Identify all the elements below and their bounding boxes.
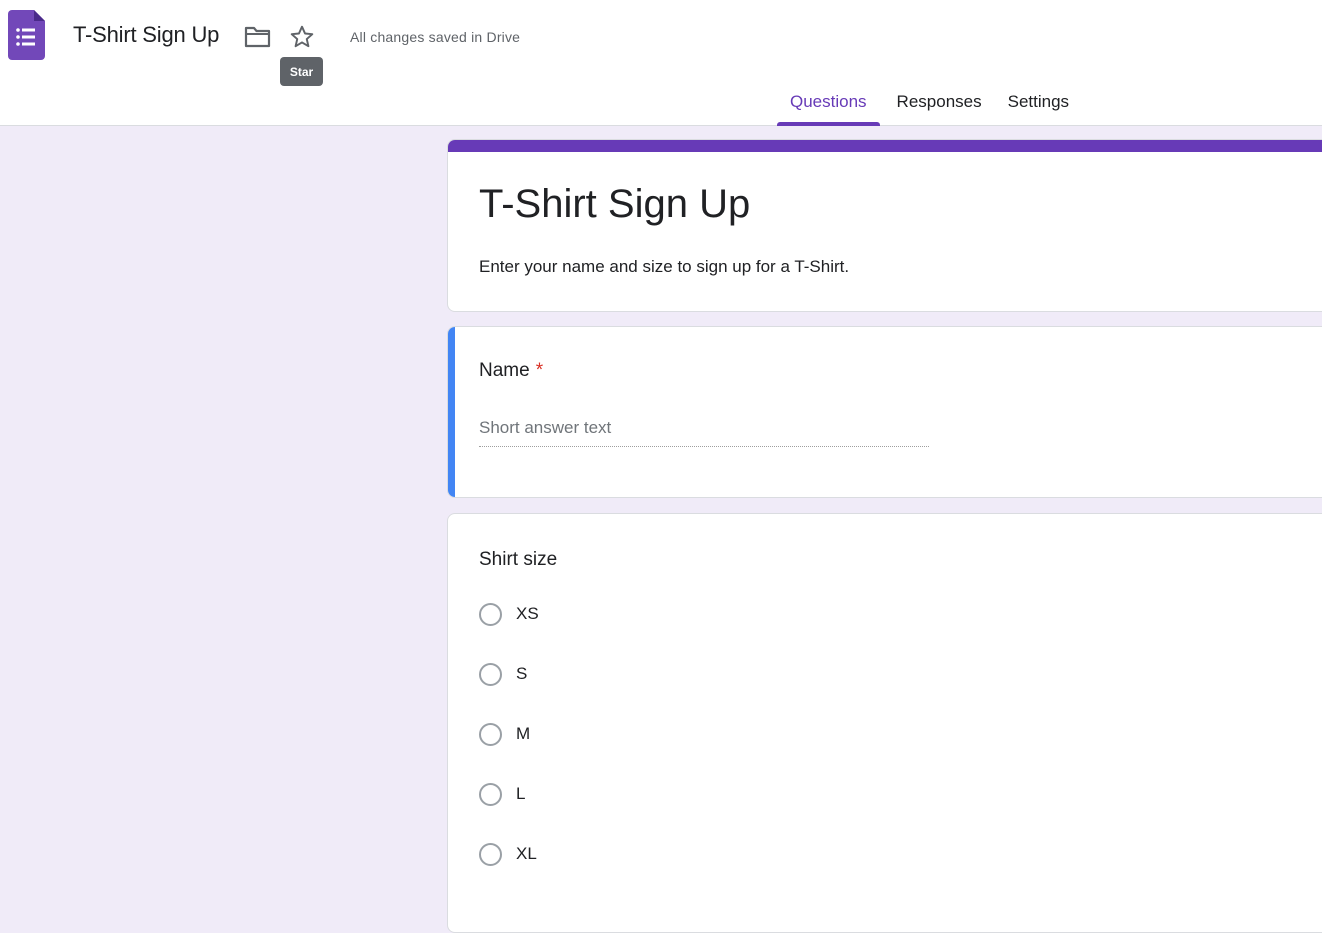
folder-icon bbox=[244, 26, 270, 48]
option-m[interactable]: M bbox=[479, 721, 530, 747]
form-description[interactable]: Enter your name and size to sign up for … bbox=[479, 257, 849, 277]
form-header-card[interactable]: T-Shirt Sign Up Enter your name and size… bbox=[447, 139, 1322, 312]
option-xl[interactable]: XL bbox=[479, 841, 537, 867]
tab-responses[interactable]: Responses bbox=[884, 80, 995, 126]
star-icon bbox=[290, 25, 314, 48]
option-xs[interactable]: XS bbox=[479, 601, 539, 627]
option-l[interactable]: L bbox=[479, 781, 525, 807]
option-label: S bbox=[516, 664, 528, 683]
required-asterisk: * bbox=[535, 360, 544, 381]
theme-accent-bar bbox=[448, 140, 1322, 152]
short-answer-field[interactable]: Short answer text bbox=[479, 417, 929, 447]
radio-button[interactable] bbox=[479, 662, 502, 686]
radio-button[interactable] bbox=[479, 722, 502, 746]
option-label: XS bbox=[516, 604, 539, 623]
tab-bar: Questions Responses Settings bbox=[777, 80, 1082, 126]
star-button[interactable] bbox=[285, 20, 319, 54]
active-question-indicator bbox=[448, 327, 455, 497]
option-label: L bbox=[516, 784, 526, 803]
option-label: XL bbox=[516, 844, 537, 863]
question-card-name[interactable]: Name * Short answer text bbox=[447, 326, 1322, 498]
option-s[interactable]: S bbox=[479, 661, 527, 687]
tab-settings[interactable]: Settings bbox=[995, 80, 1082, 126]
tab-questions[interactable]: Questions bbox=[777, 80, 880, 126]
save-status-text: All changes saved in Drive bbox=[350, 29, 521, 45]
radio-button[interactable] bbox=[479, 842, 502, 866]
forms-logo-icon[interactable] bbox=[8, 10, 45, 60]
document-title[interactable]: T-Shirt Sign Up bbox=[73, 22, 219, 48]
radio-button[interactable] bbox=[479, 782, 502, 806]
form-title[interactable]: T-Shirt Sign Up bbox=[479, 182, 750, 227]
star-tooltip: Star bbox=[280, 57, 323, 86]
question-card-shirt-size[interactable]: Shirt size XS S M L XL bbox=[447, 513, 1322, 933]
question-title-name[interactable]: Name * bbox=[479, 360, 543, 382]
question-title-shirt-size[interactable]: Shirt size bbox=[479, 549, 557, 571]
question-title-text: Name bbox=[479, 360, 530, 381]
option-label: M bbox=[516, 724, 531, 743]
top-bar: T-Shirt Sign Up Star All changes saved i… bbox=[0, 0, 1322, 126]
radio-button[interactable] bbox=[479, 602, 502, 626]
move-to-folder-button[interactable] bbox=[240, 20, 274, 54]
